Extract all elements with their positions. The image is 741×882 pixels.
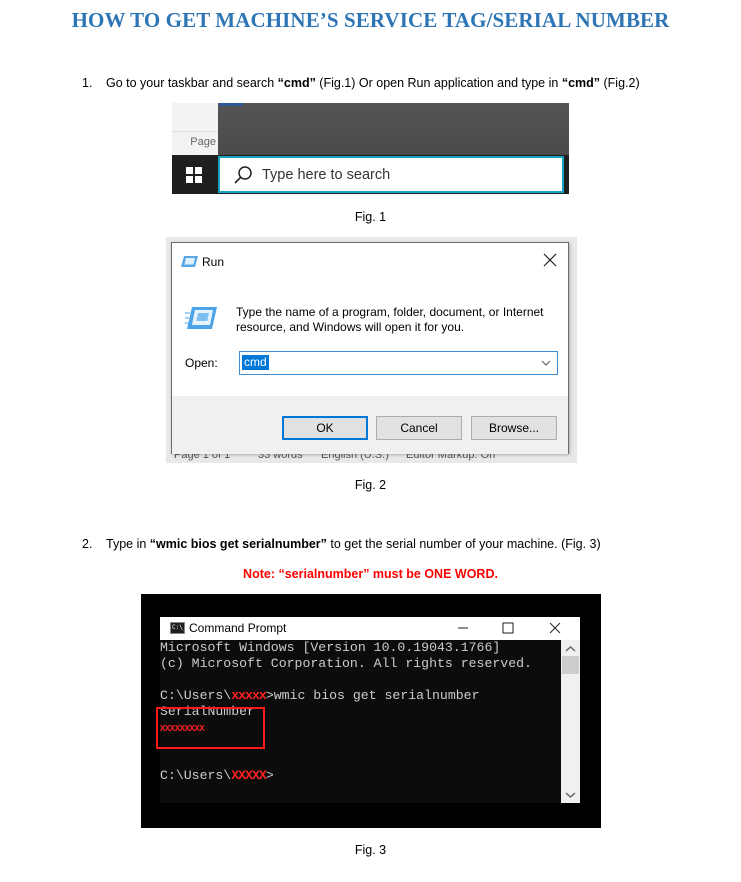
redacted-username: XXXXX: [231, 768, 267, 783]
console-line-version: Microsoft Windows [Version 10.0.19043.17…: [160, 640, 501, 655]
redacted-username: xxxxx: [231, 688, 267, 703]
prompt-command: >wmic bios get serialnumber: [265, 688, 480, 703]
step-keyword: “cmd”: [561, 76, 601, 90]
console-line-prompt: C:\Users\XXXXX>: [160, 768, 274, 784]
open-value[interactable]: cmd: [242, 355, 269, 370]
step-text: (Fig.1) Or open Run application and type…: [315, 76, 562, 90]
scroll-up-icon[interactable]: [565, 645, 576, 653]
open-combobox[interactable]: cmd: [239, 351, 558, 375]
step-number: 1.: [82, 76, 93, 90]
run-dialog: Run Type the name of a program, folder, …: [171, 242, 569, 454]
run-app-icon: [181, 256, 198, 267]
taskbar-search-input[interactable]: Type here to search: [218, 156, 564, 193]
run-description: Type the name of a program, folder, docu…: [236, 305, 544, 335]
cmd-scrollbar[interactable]: [561, 640, 580, 803]
step-text: (Fig.2): [600, 76, 640, 90]
serial-highlight-box: [156, 707, 265, 749]
cmd-title: Command Prompt: [189, 621, 287, 635]
step-keyword: “wmic bios get serialnumber”: [149, 537, 327, 551]
command-prompt-window: C:\_ Command Prompt Microsoft Windows [V…: [156, 617, 580, 803]
step-text: to get the serial number of your machine…: [326, 537, 601, 551]
accent-mark: [219, 103, 243, 106]
maximize-icon[interactable]: [501, 621, 515, 635]
windows-start-icon[interactable]: [186, 167, 202, 183]
fig1-caption: Fig. 1: [354, 210, 387, 224]
step-text: Go to your taskbar and search: [106, 76, 278, 90]
run-program-icon: [185, 307, 217, 329]
prompt-path: C:\Users\: [160, 688, 232, 703]
cancel-button[interactable]: Cancel: [376, 416, 462, 440]
cmd-app-icon: C:\_: [170, 622, 185, 634]
close-icon[interactable]: [542, 252, 558, 268]
fig1-taskbar-screenshot: Page Type here to search: [172, 103, 569, 194]
step-2: 2. Type in “wmic bios get serialnumber” t…: [82, 537, 601, 551]
console-line-command: C:\Users\xxxxx>wmic bios get serialnumbe…: [160, 688, 480, 704]
page-title: HOW TO GET MACHINE’S SERVICE TAG/SERIAL …: [71, 8, 670, 32]
minimize-icon[interactable]: [456, 621, 470, 635]
run-titlebar: Run: [172, 243, 568, 279]
description-line: Type the name of a program, folder, docu…: [236, 305, 544, 319]
scroll-down-icon[interactable]: [565, 791, 576, 799]
chevron-down-icon[interactable]: [541, 358, 551, 368]
scroll-thumb[interactable]: [562, 656, 579, 674]
page-label: Page: [190, 136, 216, 148]
desktop-overlay: [218, 103, 569, 155]
ok-button[interactable]: OK: [282, 416, 368, 440]
run-title: Run: [202, 255, 225, 269]
search-icon: [234, 165, 252, 184]
step-number: 2.: [82, 537, 93, 551]
word-document-area: Page: [172, 103, 218, 155]
fig2-run-screenshot: Page 1 of 1 33 words English (U.S.) Edit…: [166, 237, 577, 463]
console-line-copyright: (c) Microsoft Corporation. All rights re…: [160, 656, 532, 671]
taskbar: Type here to search: [172, 155, 569, 194]
browse-button[interactable]: Browse...: [471, 416, 557, 440]
fig2-caption: Fig. 2: [354, 478, 387, 492]
open-label: Open:: [185, 356, 218, 370]
description-line: resource, and Windows will open it for y…: [236, 320, 465, 334]
close-icon[interactable]: [548, 621, 562, 635]
divider: [172, 131, 218, 132]
prompt-symbol: >: [265, 768, 274, 783]
prompt-path: C:\Users\: [160, 768, 232, 783]
search-placeholder: Type here to search: [262, 166, 391, 183]
fig3-caption: Fig. 3: [354, 843, 387, 857]
step-1: 1. Go to your taskbar and search “cmd” (F…: [82, 76, 640, 90]
fig3-cmd-screenshot: C:\_ Command Prompt Microsoft Windows [V…: [141, 594, 601, 828]
cmd-titlebar: C:\_ Command Prompt: [160, 617, 580, 640]
step-text: Type in: [106, 537, 150, 551]
step-keyword: “cmd”: [277, 76, 316, 90]
note: Note: “serialnumber” must be ONE WORD.: [243, 567, 498, 581]
